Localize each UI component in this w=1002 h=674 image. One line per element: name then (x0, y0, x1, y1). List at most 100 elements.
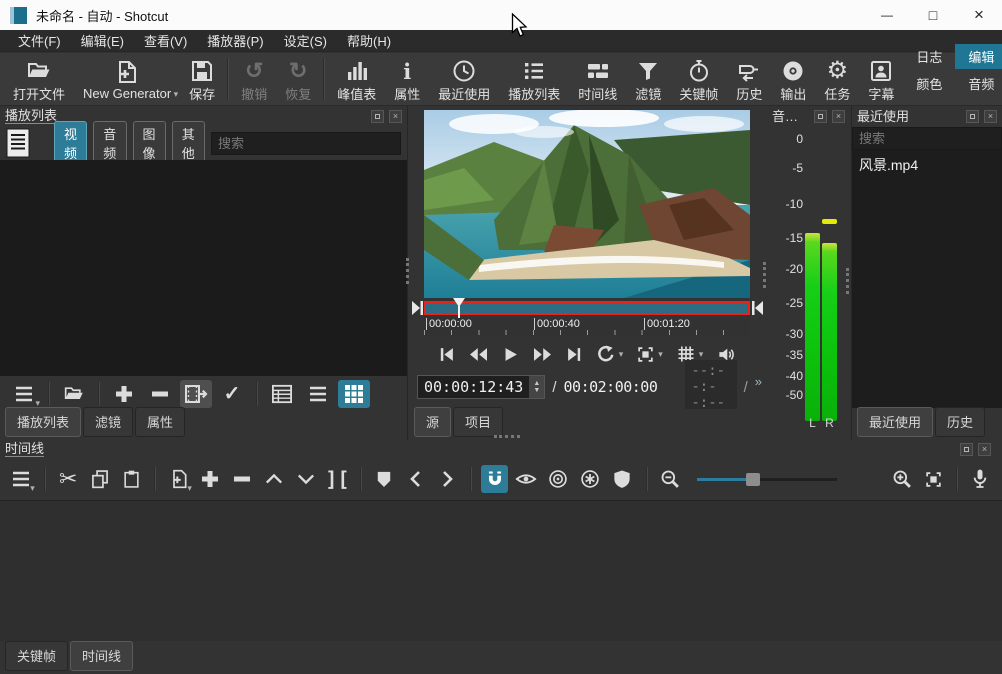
maximize-button[interactable]: □ (910, 0, 956, 30)
tab-properties[interactable]: 属性 (135, 407, 185, 437)
zoom-in-button[interactable] (888, 465, 915, 493)
menu-help[interactable]: 帮助(H) (337, 29, 401, 52)
open-file-button[interactable]: 打开文件 (4, 54, 74, 104)
spin-down-icon[interactable]: ▼ (533, 388, 540, 394)
marker-button[interactable] (371, 465, 398, 493)
tab-history[interactable]: 历史 (935, 407, 985, 437)
redo-button[interactable]: ↻ 恢复 (276, 54, 320, 104)
loop-button[interactable]: ▾ (596, 344, 624, 364)
timecode-spinbox[interactable]: 00:00:12:43 ▲▼ (417, 375, 545, 399)
trim-out-marker[interactable] (752, 301, 763, 315)
paste-button[interactable] (118, 465, 145, 493)
playlist-menu-button[interactable]: ▾ (8, 380, 40, 408)
playlist-update-button[interactable] (180, 380, 212, 408)
snap-magnet-button[interactable] (481, 465, 508, 493)
playhead[interactable] (453, 298, 465, 318)
recent-search-input[interactable] (852, 127, 1002, 150)
next-marker-button[interactable] (434, 465, 461, 493)
close-panel-button[interactable]: × (984, 110, 997, 123)
filter-video-chip[interactable]: 视频 (54, 121, 87, 166)
float-panel-button[interactable] (371, 110, 384, 123)
copy-button[interactable] (87, 465, 114, 493)
new-generator-button[interactable]: New Generator ▾ (74, 54, 180, 104)
splitter-handle[interactable] (846, 268, 849, 294)
subtitles-button[interactable]: 字幕 (859, 54, 903, 104)
play-button[interactable] (502, 346, 519, 363)
spin-up-icon[interactable]: ▲ (533, 381, 540, 387)
recent-button[interactable]: 最近使用 (429, 54, 499, 104)
splitter-handle[interactable] (406, 258, 409, 284)
properties-button[interactable]: i 属性 (385, 54, 429, 104)
scrubber[interactable] (409, 298, 766, 318)
overwrite-button[interactable] (292, 465, 319, 493)
playlist-add-button[interactable] (108, 380, 140, 408)
playlist-search-input[interactable] (211, 132, 401, 155)
record-audio-button[interactable] (967, 465, 994, 493)
splitter-handle[interactable] (763, 262, 766, 288)
view-details-button[interactable] (266, 380, 298, 408)
float-panel-button[interactable] (966, 110, 979, 123)
playlist-open-button[interactable] (58, 380, 90, 408)
history-button[interactable]: 历史 (727, 54, 771, 104)
zoom-fit-button[interactable]: ▾ (636, 345, 663, 364)
tab-keyframes[interactable]: 关键帧 (5, 641, 68, 671)
jobs-button[interactable]: ⚙ 任务 (815, 54, 859, 104)
float-panel-button[interactable] (814, 110, 827, 123)
layout-logging-button[interactable]: 日志 (903, 44, 955, 69)
playlist-empty-list[interactable] (0, 160, 407, 376)
fast-forward-button[interactable] (532, 346, 553, 363)
zoom-out-button[interactable] (657, 465, 684, 493)
undo-button[interactable]: ↺ 撤销 (232, 54, 276, 104)
float-panel-button[interactable] (960, 443, 973, 456)
menu-player[interactable]: 播放器(P) (197, 29, 273, 52)
scrub-bar[interactable] (424, 301, 750, 315)
timeline-add-button[interactable] (197, 465, 224, 493)
timeline-remove-button[interactable] (229, 465, 256, 493)
minimize-button[interactable]: — (864, 0, 910, 30)
filter-image-chip[interactable]: 图像 (133, 121, 166, 166)
lift-button[interactable] (260, 465, 287, 493)
menu-file[interactable]: 文件(F) (8, 29, 71, 52)
playlist-remove-button[interactable] (144, 380, 176, 408)
skip-start-button[interactable] (438, 346, 455, 363)
prev-marker-button[interactable] (403, 465, 430, 493)
filters-button[interactable]: 滤镜 (626, 54, 670, 104)
append-button[interactable]: ▾ (165, 465, 192, 493)
cut-button[interactable]: ✂ (55, 465, 82, 493)
menu-settings[interactable]: 设定(S) (274, 29, 337, 52)
close-panel-button[interactable]: × (832, 110, 845, 123)
keyframes-button[interactable]: 关键帧 (670, 54, 727, 104)
splitter-handle[interactable] (494, 435, 520, 438)
close-button[interactable]: × (956, 0, 1002, 30)
ripple-all-tracks-button[interactable] (577, 465, 604, 493)
slider-handle[interactable] (746, 473, 760, 486)
rewind-button[interactable] (468, 346, 489, 363)
view-icons-button[interactable] (338, 380, 370, 408)
scrub-while-dragging-button[interactable] (513, 465, 540, 493)
toolbar-overflow-icon[interactable]: » (755, 374, 762, 389)
layout-editing-button[interactable]: 编辑 (955, 44, 1002, 69)
split-button[interactable]: ][ (324, 465, 351, 493)
tab-timeline[interactable]: 时间线 (70, 641, 133, 671)
timeline-tracks-area[interactable] (0, 500, 1002, 641)
ripple-button[interactable] (545, 465, 572, 493)
zoom-fit-timeline-button[interactable] (920, 465, 947, 493)
playlist-button[interactable]: 播放列表 (499, 54, 569, 104)
close-panel-button[interactable]: × (389, 110, 402, 123)
timeline-button[interactable]: 时间线 (569, 54, 626, 104)
recent-list-item[interactable]: 风景.mp4 (852, 150, 1002, 180)
tab-playlist[interactable]: 播放列表 (5, 407, 81, 437)
export-button[interactable]: 输出 (771, 54, 815, 104)
timeline-menu-button[interactable]: ▾ (8, 465, 35, 493)
trim-in-marker[interactable] (412, 301, 423, 315)
tab-recent[interactable]: 最近使用 (857, 407, 933, 437)
tab-source[interactable]: 源 (414, 407, 451, 437)
ripple-markers-button[interactable] (608, 465, 635, 493)
save-button[interactable]: 保存 (180, 54, 224, 104)
skip-end-button[interactable] (566, 346, 583, 363)
tab-filters[interactable]: 滤镜 (83, 407, 133, 437)
tab-project[interactable]: 项目 (453, 407, 503, 437)
spin-arrows[interactable]: ▲▼ (529, 376, 544, 398)
filter-other-chip[interactable]: 其他 (172, 121, 205, 166)
playlist-checkmark-button[interactable]: ✓ (216, 380, 248, 408)
